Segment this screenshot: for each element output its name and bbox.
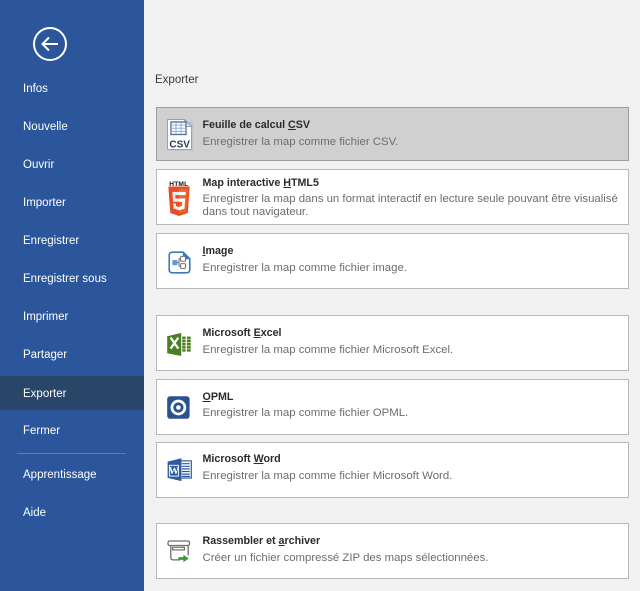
- svg-text:W: W: [169, 466, 180, 477]
- svg-text:CSV: CSV: [169, 139, 190, 150]
